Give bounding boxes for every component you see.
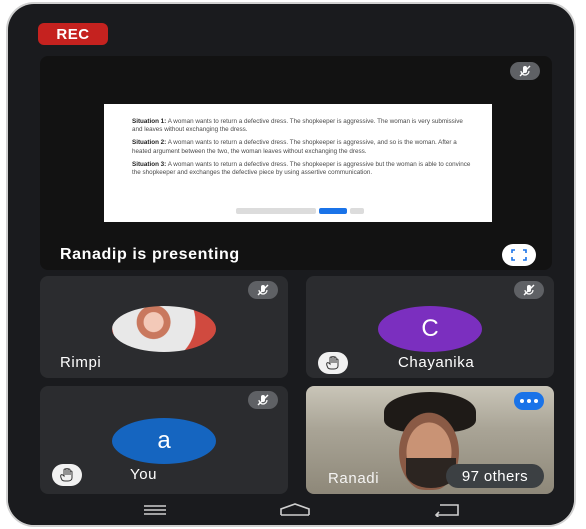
mic-off-icon [514, 281, 544, 299]
others-count-button[interactable]: 97 others [445, 464, 544, 488]
slide-controls [236, 208, 364, 214]
system-nav-bar [8, 495, 574, 525]
mic-off-icon [510, 62, 540, 80]
slide-situation-3: Situation 3: A woman wants to return a d… [132, 160, 471, 176]
participant-name: Ranadi [328, 470, 380, 487]
fullscreen-icon [511, 249, 527, 261]
presenting-caption: Ranadip is presenting [60, 246, 240, 263]
slide-situation-2: Situation 2: A woman wants to return a d… [132, 139, 457, 155]
presentation-tile[interactable]: Situation 1: A woman wants to return a d… [40, 56, 552, 270]
avatar [112, 306, 216, 352]
participant-tile-rimpi[interactable]: Rimpi [40, 276, 288, 378]
more-options-icon[interactable] [514, 392, 544, 410]
participant-name: You [130, 466, 158, 483]
slide-situation-1: Situation 1: A woman wants to return a d… [132, 118, 463, 134]
participant-tile-ranadip[interactable]: Ranadi 97 others [306, 386, 554, 494]
participant-tile-you[interactable]: a You [40, 386, 288, 494]
raised-hand-icon [318, 352, 348, 374]
mic-off-icon [248, 281, 278, 299]
raised-hand-icon [52, 464, 82, 486]
participant-name: Rimpi [60, 354, 102, 371]
participant-name: Chayanika [398, 354, 475, 371]
phone-screen: REC Situation 1: A woman wants to return… [8, 4, 574, 525]
shared-slide: Situation 1: A woman wants to return a d… [104, 104, 492, 222]
fullscreen-button[interactable] [502, 244, 536, 266]
mic-off-icon [248, 391, 278, 409]
participant-tile-chayanika[interactable]: C Chayanika [306, 276, 554, 378]
recent-apps-icon[interactable] [142, 503, 168, 517]
recording-badge: REC [38, 23, 108, 45]
back-icon[interactable] [432, 503, 462, 517]
avatar: a [112, 418, 216, 464]
home-icon[interactable] [278, 503, 312, 517]
avatar: C [378, 306, 482, 352]
